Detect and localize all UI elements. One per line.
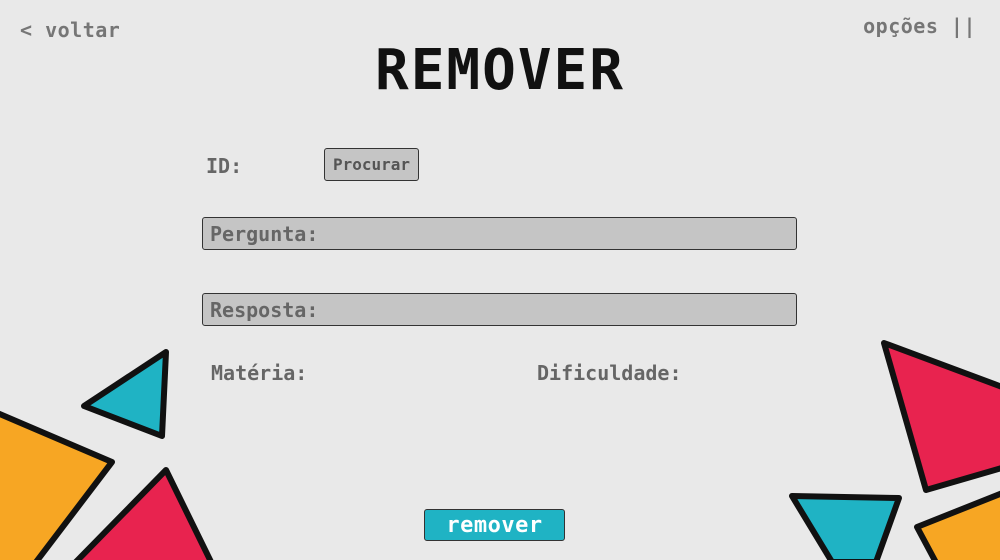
answer-field[interactable]: Resposta:	[202, 293, 797, 326]
orange-triangle-left	[0, 410, 115, 560]
remove-button[interactable]: remover	[424, 509, 565, 541]
difficulty-label: Dificuldade:	[537, 361, 682, 385]
pink-triangle-bottom-left	[73, 467, 214, 560]
options-menu[interactable]: opções ||	[863, 14, 976, 38]
subject-label: Matéria:	[211, 361, 308, 385]
teal-triangle-left	[81, 349, 169, 439]
question-label: Pergunta:	[210, 221, 319, 246]
orange-triangle-bottom-right	[914, 490, 1000, 560]
question-field[interactable]: Pergunta:	[202, 217, 797, 250]
question-input[interactable]	[324, 222, 796, 245]
teal-triangle-bottom-right	[789, 493, 902, 560]
search-button[interactable]: Procurar	[324, 148, 419, 181]
id-label: ID:	[206, 154, 243, 178]
page-title: REMOVER	[374, 38, 625, 103]
pink-triangle-right	[881, 340, 1000, 493]
answer-label: Resposta:	[210, 297, 319, 322]
answer-input[interactable]	[324, 298, 796, 321]
